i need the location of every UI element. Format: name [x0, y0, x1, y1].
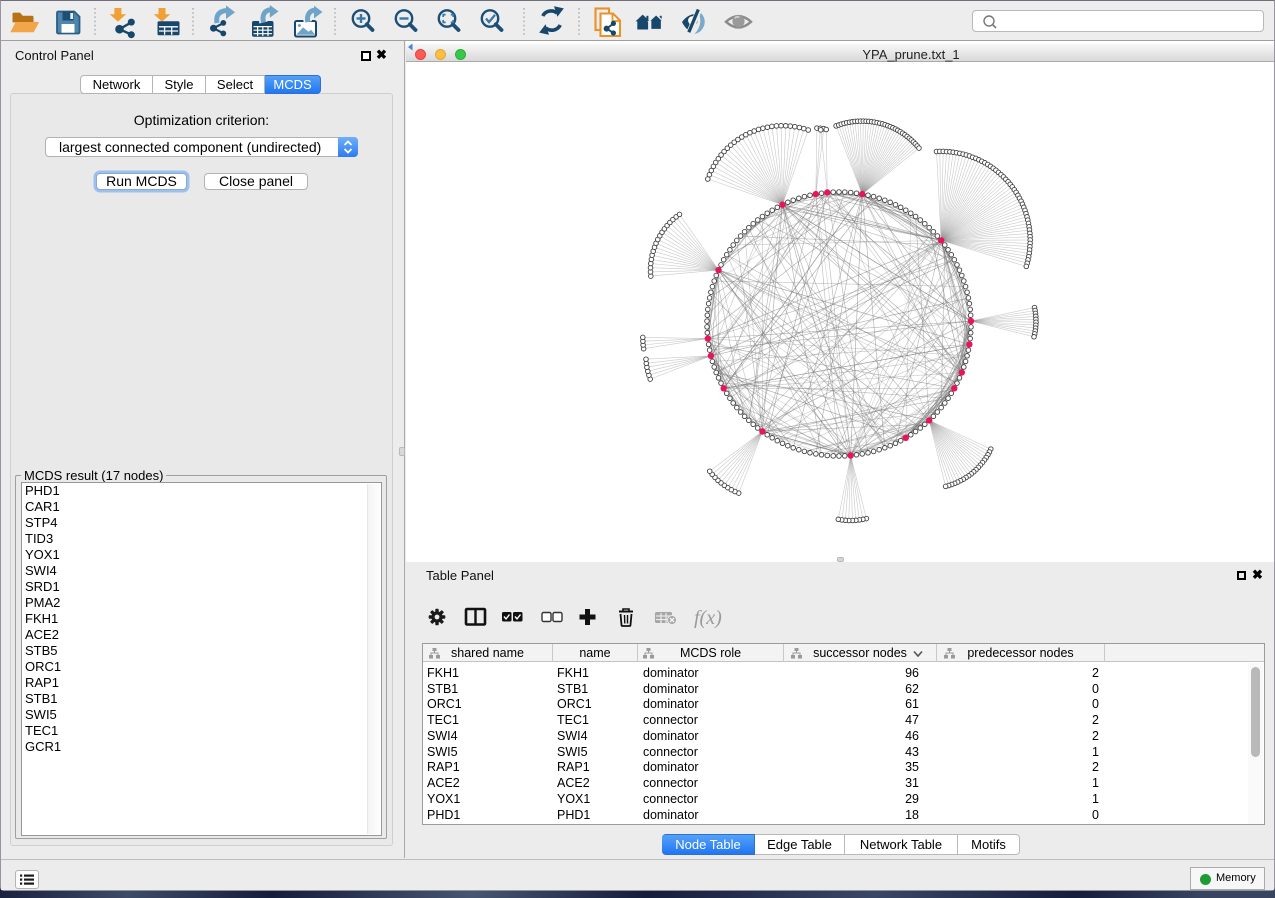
svg-text:f(x): f(x): [694, 607, 722, 628]
